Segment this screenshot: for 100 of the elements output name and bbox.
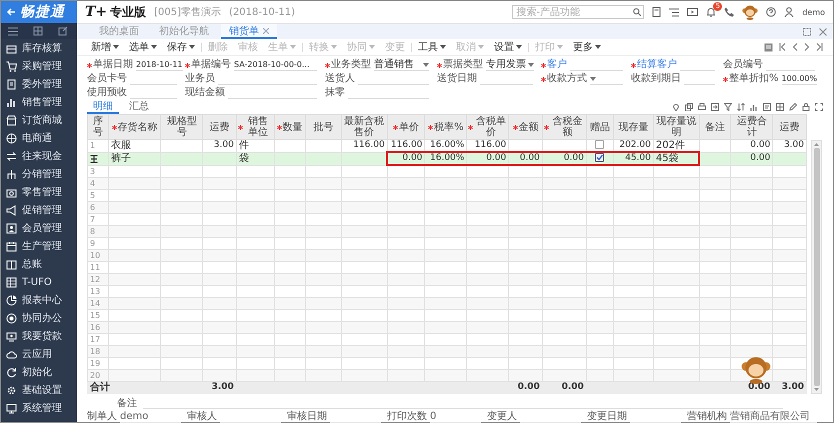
- required-mark-icon: [276, 124, 282, 130]
- sidebar-item[interactable]: 云应用: [1, 345, 77, 363]
- detail-tab[interactable]: 汇总: [123, 100, 155, 114]
- sidebar-item[interactable]: 我要贷款: [1, 327, 77, 345]
- pin-icon[interactable]: [672, 103, 680, 111]
- sidebar-item[interactable]: 电商通: [1, 129, 77, 147]
- row-number: 13: [90, 287, 100, 296]
- total-cell: 0.00: [562, 382, 584, 392]
- sidebar-item[interactable]: 协同办公: [1, 309, 77, 327]
- caret-icon: [331, 45, 337, 49]
- copy-icon[interactable]: [685, 103, 693, 111]
- check-icon: [596, 154, 604, 162]
- field-label: 会员编号: [723, 59, 763, 71]
- toolbar-button[interactable]: 保存: [163, 40, 199, 54]
- input-field[interactable]: demo: [120, 411, 181, 423]
- desktop-icon: [6, 402, 17, 414]
- bell-icon[interactable]: [706, 7, 716, 17]
- sidebar-item[interactable]: 采购管理: [1, 57, 77, 75]
- document-list-icon[interactable]: [764, 42, 773, 52]
- sidebar-item[interactable]: 销售管理: [1, 93, 77, 111]
- edit-icon[interactable]: [58, 26, 68, 36]
- document-tab[interactable]: 销货单: [221, 24, 277, 39]
- column-header: 销售单位: [238, 116, 273, 138]
- sidebar-item[interactable]: T-UFO: [1, 273, 77, 291]
- toolbar-button[interactable]: 工具: [414, 40, 450, 54]
- table-cell: 0.00: [486, 153, 506, 163]
- field-label: 变更人: [487, 410, 517, 423]
- field-label: 现结金额: [185, 87, 225, 99]
- edit-icon[interactable]: [789, 103, 797, 111]
- maximize-icon[interactable]: [803, 28, 811, 36]
- required-mark-icon: [468, 124, 474, 130]
- required-mark-icon: [428, 124, 434, 130]
- sidebar-item[interactable]: 会员管理: [1, 219, 77, 237]
- person-card-icon: [6, 222, 17, 234]
- total-cell: 3.00: [212, 382, 234, 392]
- caret-icon: [440, 45, 446, 49]
- sidebar-item[interactable]: 委外管理: [1, 75, 77, 93]
- sidebar-item[interactable]: 往来现金: [1, 147, 77, 165]
- monitor-icon[interactable]: [687, 8, 698, 16]
- sidebar-item[interactable]: 初始化: [1, 363, 77, 381]
- product-logo: T+: [85, 4, 108, 20]
- phone-icon[interactable]: [724, 7, 734, 17]
- insert-row-icon[interactable]: [90, 154, 98, 162]
- sidebar-item[interactable]: 分销管理: [1, 165, 77, 183]
- lock-icon[interactable]: [802, 103, 810, 111]
- user-name[interactable]: demo: [802, 8, 825, 16]
- field-label: 单据编号: [185, 59, 231, 71]
- sidebar-item[interactable]: 订货商城: [1, 111, 77, 129]
- sidebar-item[interactable]: 系统管理: [1, 399, 77, 417]
- note-icon[interactable]: [763, 103, 771, 111]
- grid-icon[interactable]: [776, 103, 784, 111]
- search-field[interactable]: 搜索-产品功能: [512, 5, 644, 19]
- previous-icon[interactable]: [792, 43, 798, 51]
- caret-icon: [369, 45, 375, 49]
- sidebar-item[interactable]: 总账: [1, 255, 77, 273]
- toolbar-button[interactable]: 选单: [125, 40, 161, 54]
- input-field[interactable]: 2018-10-11: [136, 59, 182, 71]
- input-field[interactable]: 营销商品有限公司: [730, 411, 817, 423]
- print-icon[interactable]: [698, 103, 706, 111]
- calendar-icon: [6, 240, 17, 252]
- last-page-icon[interactable]: [816, 43, 823, 51]
- sidebar-item[interactable]: 生产管理: [1, 237, 77, 255]
- sidebar-item[interactable]: 基础设置: [1, 381, 77, 399]
- next-icon[interactable]: [804, 43, 810, 51]
- chart-icon[interactable]: [750, 103, 758, 111]
- sidebar-item[interactable]: 促销管理: [1, 201, 77, 219]
- toolbar-button[interactable]: 更多: [569, 40, 605, 54]
- scrollbar[interactable]: [811, 140, 822, 394]
- list-icon[interactable]: [669, 8, 680, 16]
- filter-icon[interactable]: [724, 103, 732, 111]
- dropdown-field[interactable]: 专用发票: [486, 59, 534, 71]
- checkbox[interactable]: [595, 140, 604, 150]
- close-icon[interactable]: [819, 28, 827, 36]
- toolbar-button[interactable]: 新增: [87, 40, 123, 54]
- back-arrow-icon[interactable]: [6, 7, 16, 17]
- grid-icon[interactable]: [33, 26, 43, 36]
- sidebar-item[interactable]: 库存核算: [1, 39, 77, 57]
- cart-icon: [6, 60, 17, 72]
- sidebar-item[interactable]: 报表中心: [1, 291, 77, 309]
- toolbar-button[interactable]: 设置: [490, 40, 526, 54]
- menu-icon[interactable]: [8, 26, 18, 36]
- help-icon[interactable]: [766, 7, 776, 17]
- store-icon: [6, 114, 17, 126]
- first-page-icon[interactable]: [779, 43, 786, 51]
- input-field[interactable]: 100.00%: [782, 73, 818, 85]
- dropdown-field[interactable]: 普通销售: [374, 59, 429, 71]
- checkbox[interactable]: [595, 153, 604, 162]
- sidebar-item[interactable]: 零售管理: [1, 183, 77, 201]
- caret-icon: [189, 45, 195, 49]
- input-field[interactable]: 0: [430, 411, 481, 423]
- user-icon[interactable]: [784, 7, 794, 17]
- refresh-icon: [6, 366, 17, 378]
- export-icon[interactable]: [711, 103, 719, 111]
- input-field[interactable]: SA-2018-10-00-0...: [234, 59, 317, 71]
- sort-icon[interactable]: [737, 103, 745, 111]
- calculator-icon[interactable]: [652, 7, 662, 17]
- close-icon[interactable]: [263, 28, 269, 34]
- expand-icon[interactable]: [815, 103, 823, 111]
- field-label: 业务类型: [325, 59, 371, 71]
- field-label: 收款到期日: [631, 73, 681, 85]
